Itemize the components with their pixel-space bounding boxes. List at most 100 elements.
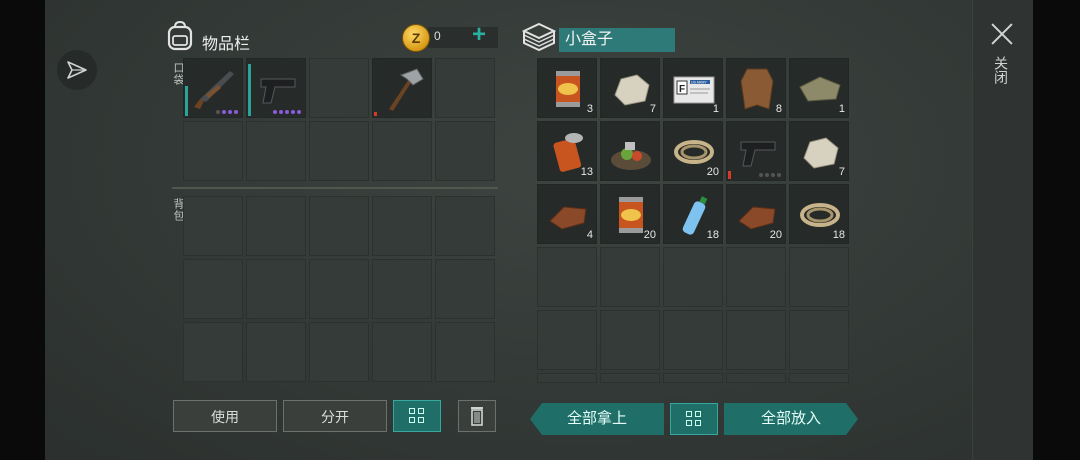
container-slot-empty[interactable]	[789, 247, 849, 307]
backpack-slot[interactable]	[435, 259, 495, 319]
close-icon[interactable]	[990, 22, 1014, 46]
container-slot[interactable]: 20	[600, 184, 660, 244]
container-slot[interactable]: 7	[789, 121, 849, 181]
id-card-header: US ARMY	[691, 81, 707, 85]
durability-bar	[728, 171, 731, 179]
backpack-slot[interactable]	[372, 322, 432, 382]
pocket-slot-3[interactable]	[309, 58, 369, 118]
container-slot[interactable]: 13	[537, 121, 597, 181]
container-slot-empty[interactable]	[726, 247, 786, 307]
trash-icon	[471, 407, 483, 426]
item-quantity: 7	[838, 166, 845, 178]
add-coins-button[interactable]: +	[472, 23, 486, 47]
grid-icon	[409, 408, 425, 424]
container-slot-empty[interactable]	[537, 373, 597, 383]
upgrade-dots	[273, 110, 301, 114]
box-icon	[522, 22, 556, 52]
take-all-button[interactable]: 全部拿上	[530, 403, 664, 435]
backpack-slot[interactable]	[183, 196, 243, 256]
pocket-slot-4[interactable]	[372, 58, 432, 118]
put-all-button[interactable]: 全部放入	[724, 403, 858, 435]
container-name-field[interactable]: 小盒子	[559, 28, 675, 52]
backpack-slot[interactable]	[435, 322, 495, 382]
pocket-slot-1[interactable]	[183, 58, 243, 118]
container-slot-empty[interactable]	[726, 373, 786, 383]
leather-hide-icon	[740, 68, 774, 110]
container-slot[interactable]: 8	[726, 58, 786, 118]
item-quantity: 4	[586, 229, 593, 241]
container-slot-empty[interactable]	[726, 310, 786, 370]
pistol-icon	[740, 141, 776, 167]
container-slot[interactable]: 18	[663, 184, 723, 244]
inventory-title: 物品栏	[202, 36, 251, 53]
backpack-slot[interactable]	[309, 322, 369, 382]
item-quantity: 13	[580, 166, 593, 178]
cloth-icon	[799, 76, 841, 102]
pocket-slot-6[interactable]	[183, 121, 243, 181]
item-quantity: 18	[706, 229, 719, 241]
item-quantity: 20	[769, 229, 782, 241]
sort-container-button[interactable]	[670, 403, 718, 435]
container-slot-empty[interactable]	[600, 310, 660, 370]
sort-inventory-button[interactable]	[393, 400, 441, 432]
backpack-slot[interactable]	[435, 196, 495, 256]
item-quantity: 20	[706, 166, 719, 178]
container-slot[interactable]	[600, 121, 660, 181]
use-button[interactable]: 使用	[173, 400, 277, 432]
hatchet-icon	[389, 68, 424, 111]
container-slot-empty[interactable]	[663, 373, 723, 383]
backpack-slot[interactable]	[246, 196, 306, 256]
container-slot[interactable]: 20	[663, 121, 723, 181]
container-slot[interactable]: 3	[537, 58, 597, 118]
backpack-slot[interactable]	[309, 196, 369, 256]
stone-icon	[803, 137, 839, 169]
container-slot[interactable]	[726, 121, 786, 181]
container-slot[interactable]: F US ARMY 1	[663, 58, 723, 118]
leather-icon	[549, 206, 587, 230]
backpack-slot[interactable]	[183, 322, 243, 382]
pocket-slot-10[interactable]	[435, 121, 495, 181]
backpack-slot[interactable]	[246, 322, 306, 382]
item-quantity: 8	[775, 103, 782, 115]
discard-button[interactable]	[458, 400, 496, 432]
pocket-slot-8[interactable]	[309, 121, 369, 181]
item-quantity: 3	[586, 103, 593, 115]
close-label[interactable]: 关闭	[993, 56, 1010, 84]
container-slot[interactable]: 1	[789, 58, 849, 118]
container-slot-empty[interactable]	[537, 247, 597, 307]
container-slot-empty[interactable]	[600, 373, 660, 383]
pocket-slot-5[interactable]	[435, 58, 495, 118]
pistol-icon	[260, 78, 296, 104]
container-slot-empty[interactable]	[663, 310, 723, 370]
stone-icon	[614, 74, 650, 106]
item-quantity: 1	[838, 103, 845, 115]
durability-bar	[374, 112, 377, 116]
backpack-slot[interactable]	[246, 259, 306, 319]
pocket-slot-7[interactable]	[246, 121, 306, 181]
item-quantity: 1	[712, 103, 719, 115]
item-quantity: 20	[643, 229, 656, 241]
item-quantity: 18	[832, 229, 845, 241]
backpack-slot[interactable]	[309, 259, 369, 319]
split-button[interactable]: 分开	[283, 400, 387, 432]
container-slot-empty[interactable]	[600, 247, 660, 307]
item-quantity: 7	[649, 103, 656, 115]
navigation-button[interactable]	[57, 50, 97, 90]
pocket-slot-9[interactable]	[372, 121, 432, 181]
container-slot[interactable]: 7	[600, 58, 660, 118]
section-divider	[172, 187, 498, 189]
container-slot-empty[interactable]	[537, 310, 597, 370]
backpack-slot[interactable]	[183, 259, 243, 319]
backpack-slot[interactable]	[372, 196, 432, 256]
pocket-slot-2[interactable]	[246, 58, 306, 118]
backpack-icon	[167, 20, 193, 51]
container-slot-empty[interactable]	[789, 310, 849, 370]
canned-food-icon	[556, 71, 580, 107]
container-slot[interactable]: 20	[726, 184, 786, 244]
container-slot[interactable]: 4	[537, 184, 597, 244]
container-slot-empty[interactable]	[663, 247, 723, 307]
backpack-slot[interactable]	[372, 259, 432, 319]
container-slot[interactable]: 18	[789, 184, 849, 244]
container-slot-empty[interactable]	[789, 373, 849, 383]
navigation-arrow-icon	[67, 61, 87, 79]
